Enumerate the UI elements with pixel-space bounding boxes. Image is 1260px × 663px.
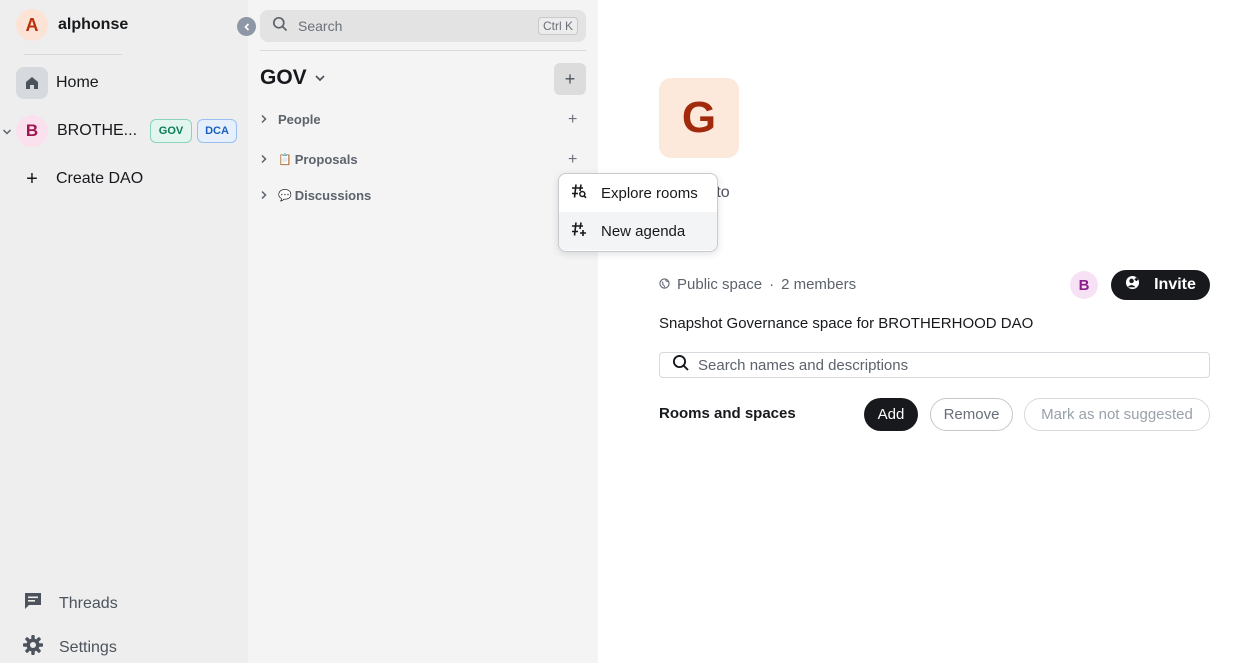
search-shortcut: Ctrl K bbox=[538, 17, 578, 35]
menu-item-new-agenda[interactable]: New agenda bbox=[559, 212, 717, 250]
settings-button[interactable]: Settings bbox=[22, 634, 117, 661]
create-dao-button[interactable]: + Create DAO bbox=[16, 163, 143, 195]
plus-icon: + bbox=[564, 68, 576, 89]
chevron-right-icon bbox=[260, 188, 270, 203]
chevron-right-icon bbox=[260, 152, 270, 167]
app-window: A alphonse Home B BROTHE... GOV DCA + Cr… bbox=[0, 0, 1260, 663]
plus-icon: + bbox=[26, 167, 38, 190]
search-icon bbox=[272, 16, 288, 37]
subspace-tag-dca[interactable]: DCA bbox=[197, 119, 237, 143]
clipboard-icon: 📋 bbox=[278, 154, 292, 166]
subspace-tag-gov[interactable]: GOV bbox=[150, 119, 192, 143]
add-room-button[interactable]: + bbox=[554, 63, 586, 95]
user-name[interactable]: alphonse bbox=[58, 16, 128, 34]
space-item-brotherhood[interactable]: B BROTHE... bbox=[16, 115, 137, 147]
divider bbox=[260, 50, 586, 51]
add-people-button[interactable]: + bbox=[568, 111, 577, 129]
remove-button[interactable]: Remove bbox=[930, 398, 1013, 431]
add-proposal-button[interactable]: + bbox=[568, 151, 577, 169]
rooms-filter-input[interactable]: Search names and descriptions bbox=[659, 352, 1210, 378]
home-icon bbox=[16, 67, 48, 99]
settings-label: Settings bbox=[59, 638, 117, 656]
threads-icon bbox=[22, 590, 44, 617]
invite-button[interactable]: Invite bbox=[1111, 270, 1210, 300]
user-avatar[interactable]: A bbox=[16, 9, 48, 41]
search-icon bbox=[672, 354, 690, 377]
chevron-right-icon bbox=[260, 112, 270, 127]
space-description: Snapshot Governance space for BROTHERHOO… bbox=[659, 315, 1034, 332]
new-agenda-icon bbox=[571, 221, 587, 241]
section-discussions[interactable]: 💬 Discussions bbox=[260, 188, 371, 203]
rooms-heading: Rooms and spaces bbox=[659, 405, 796, 422]
mark-not-suggested-button[interactable]: Mark as not suggested bbox=[1024, 398, 1210, 431]
space-name: BROTHE... bbox=[57, 122, 138, 139]
space-panel: A alphonse Home B BROTHE... GOV DCA + Cr… bbox=[0, 0, 248, 663]
visibility-label: Public space bbox=[677, 276, 763, 293]
threads-button[interactable]: Threads bbox=[22, 590, 118, 617]
chevron-down-icon[interactable] bbox=[2, 124, 12, 142]
add-room-context-menu: Explore rooms New agenda bbox=[558, 173, 718, 252]
explore-rooms-icon bbox=[571, 183, 587, 203]
user-add-icon bbox=[1125, 275, 1140, 295]
room-list-panel: Search Ctrl K GOV + People + 📋 Proposals bbox=[248, 0, 598, 663]
chevron-down-icon bbox=[314, 66, 326, 90]
create-dao-label: Create DAO bbox=[56, 170, 144, 187]
speech-bubble-icon: 💬 bbox=[278, 190, 292, 202]
section-label: Proposals bbox=[294, 152, 358, 167]
space-title-menu[interactable]: GOV bbox=[260, 66, 326, 90]
section-people[interactable]: People bbox=[260, 112, 321, 127]
members-count[interactable]: 2 members bbox=[781, 276, 856, 293]
nav-home[interactable]: Home bbox=[16, 67, 99, 99]
search-button[interactable]: Search Ctrl K bbox=[260, 10, 586, 42]
gear-icon bbox=[22, 634, 44, 661]
search-placeholder: Search bbox=[298, 18, 343, 34]
divider bbox=[24, 54, 122, 55]
filter-placeholder: Search names and descriptions bbox=[698, 356, 909, 374]
space-title: GOV bbox=[260, 66, 307, 89]
home-label: Home bbox=[56, 74, 99, 91]
space-meta: Public space · 2 members bbox=[659, 276, 856, 293]
invite-label: Invite bbox=[1154, 276, 1196, 293]
member-avatar[interactable]: B bbox=[1070, 271, 1098, 299]
user-menu[interactable]: A alphonse bbox=[16, 9, 128, 41]
space-avatar: G bbox=[659, 78, 739, 158]
separator: · bbox=[769, 276, 775, 293]
add-button[interactable]: Add bbox=[864, 398, 918, 431]
threads-label: Threads bbox=[59, 594, 118, 612]
menu-item-label: Explore rooms bbox=[601, 184, 698, 202]
section-label: Discussions bbox=[294, 188, 372, 203]
menu-item-label: New agenda bbox=[601, 222, 686, 240]
space-avatar-b: B bbox=[16, 115, 48, 147]
collapse-panel-button[interactable] bbox=[237, 17, 256, 36]
menu-item-explore-rooms[interactable]: Explore rooms bbox=[559, 174, 717, 212]
space-home: G e to Public space · 2 members B Invite… bbox=[598, 0, 1260, 663]
section-label: People bbox=[278, 112, 321, 127]
section-proposals[interactable]: 📋 Proposals bbox=[260, 152, 358, 167]
globe-icon bbox=[659, 276, 670, 293]
chevron-left-icon bbox=[243, 22, 249, 31]
